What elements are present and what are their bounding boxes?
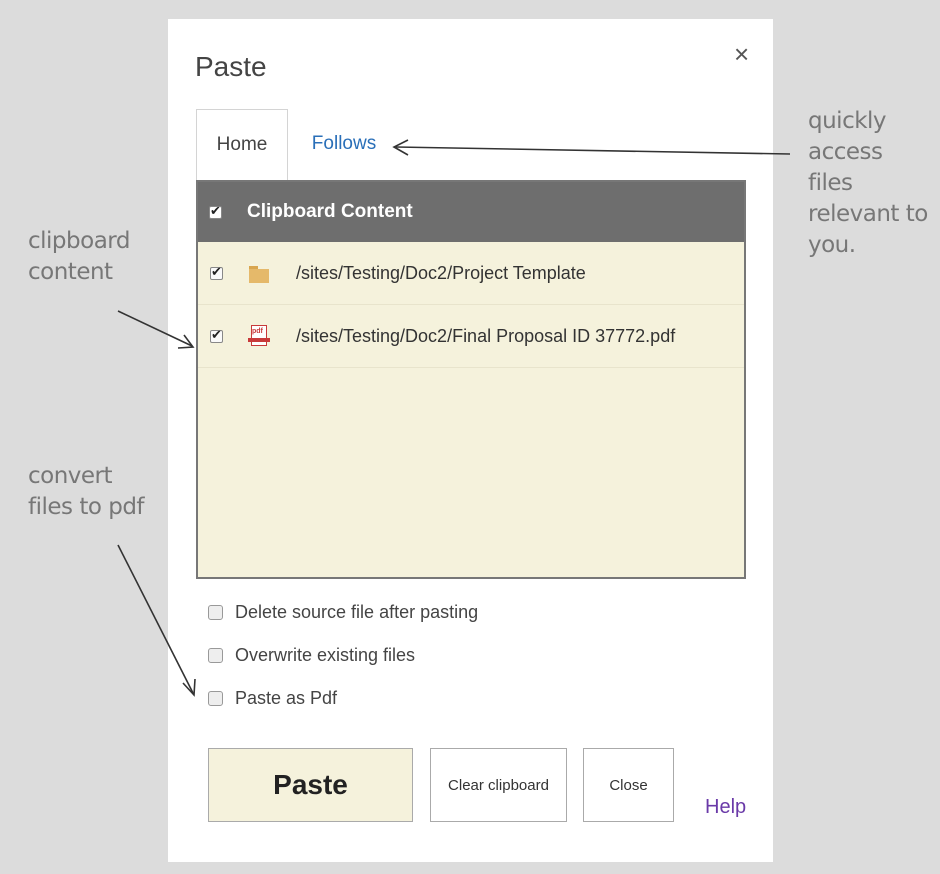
- option-paste-as-pdf[interactable]: Paste as Pdf: [208, 685, 337, 711]
- paste-as-pdf-checkbox[interactable]: [208, 690, 223, 706]
- paste-button[interactable]: Paste: [208, 748, 413, 822]
- annotation-convert-pdf: convert files to pdf: [28, 463, 145, 520]
- option-overwrite[interactable]: Overwrite existing files: [208, 642, 415, 668]
- option-delete-source[interactable]: Delete source file after pasting: [208, 599, 478, 625]
- tab-follows[interactable]: Follows: [294, 109, 394, 179]
- annotation-clipboard-content: clipboard content: [28, 228, 130, 285]
- annotation-quick-access: quickly access files relevant to you.: [808, 108, 928, 258]
- folder-icon: [248, 262, 270, 284]
- pdf-icon: pdf: [248, 325, 270, 347]
- close-button[interactable]: Close: [583, 748, 674, 822]
- option-label: Delete source file after pasting: [235, 601, 479, 622]
- clear-clipboard-button[interactable]: Clear clipboard: [430, 748, 567, 822]
- item-checkbox[interactable]: [210, 327, 223, 343]
- tab-home[interactable]: Home: [196, 109, 288, 181]
- item-path: /sites/Testing/Doc2/Project Template: [296, 262, 586, 283]
- overwrite-checkbox[interactable]: [208, 647, 223, 663]
- option-label: Paste as Pdf: [235, 687, 338, 708]
- delete-source-checkbox[interactable]: [208, 604, 223, 620]
- option-label: Overwrite existing files: [235, 644, 416, 665]
- item-path: /sites/Testing/Doc2/Final Proposal ID 37…: [296, 325, 676, 346]
- clipboard-header-label: Clipboard Content: [247, 201, 413, 222]
- item-checkbox[interactable]: [210, 264, 223, 280]
- paste-dialog: Paste × Home Follows Clipboard Content /…: [168, 19, 773, 862]
- select-all-checkbox[interactable]: [209, 203, 222, 219]
- list-item[interactable]: /sites/Testing/Doc2/Project Template: [198, 242, 744, 305]
- dialog-title: Paste: [195, 51, 267, 82]
- close-icon[interactable]: ×: [734, 41, 749, 67]
- clipboard-panel: Clipboard Content /sites/Testing/Doc2/Pr…: [196, 180, 746, 579]
- list-item[interactable]: pdf /sites/Testing/Doc2/Final Proposal I…: [198, 305, 744, 368]
- clipboard-header: Clipboard Content: [198, 182, 744, 242]
- help-link[interactable]: Help: [705, 796, 746, 819]
